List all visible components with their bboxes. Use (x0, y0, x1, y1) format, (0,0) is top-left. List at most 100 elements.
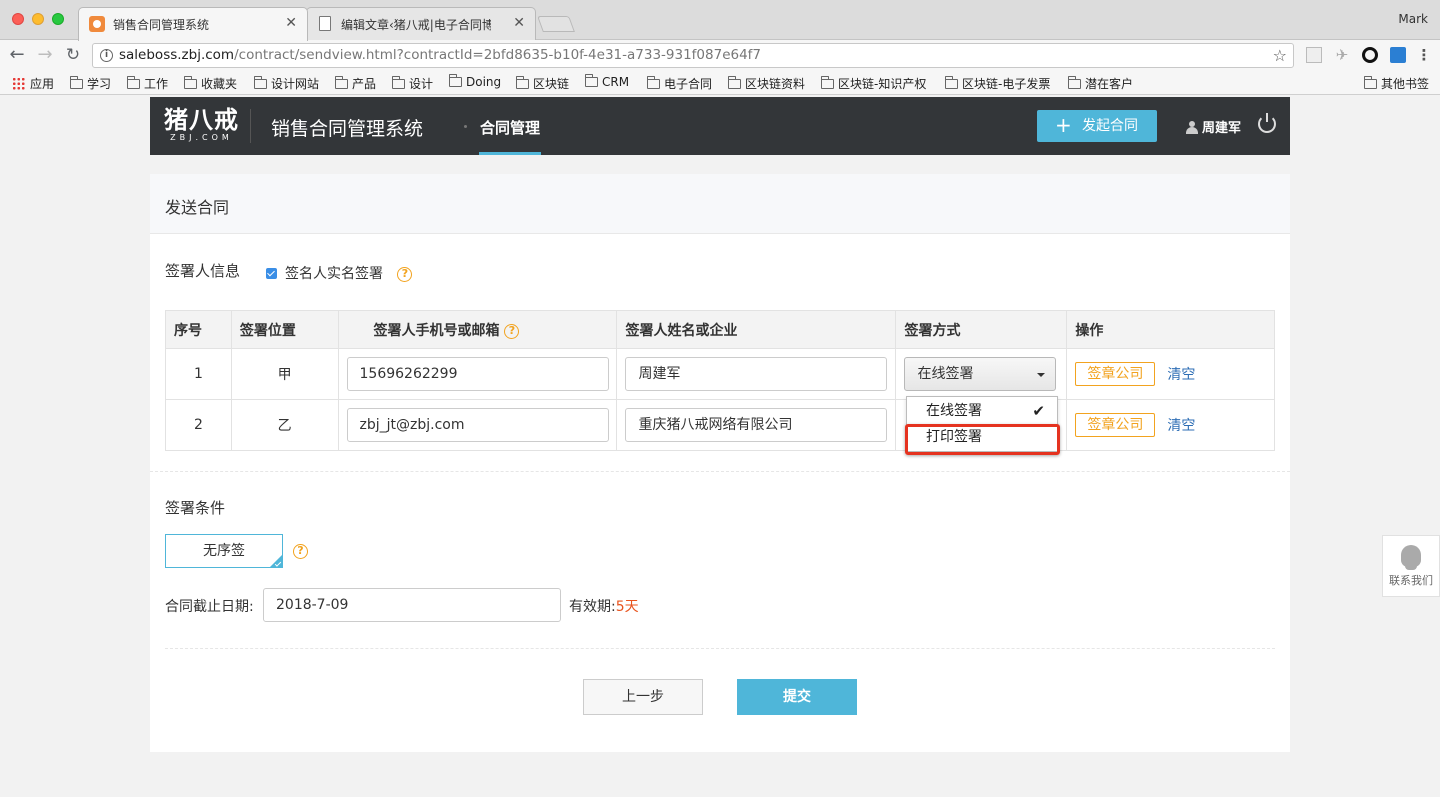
help-icon[interactable]: ? (504, 323, 520, 339)
tab-title: 销售合同管理系统 (113, 18, 210, 32)
deadline-label: 合同截止日期: (165, 599, 254, 615)
unordered-sign-option[interactable]: 无序签 (165, 534, 283, 568)
validity-value: 5天 (615, 599, 639, 615)
help-icon[interactable]: ? (293, 544, 308, 559)
signer-name-input[interactable]: 周建军 (625, 357, 888, 391)
sign-method-select[interactable]: 在线签署 (904, 357, 1057, 391)
zbj-logo[interactable]: 猪八戒 ZBJ.COM (164, 107, 239, 143)
table-row: 2 乙 zbj_jt@zbj.com 重庆猪八戒网络有限公司 签章公司 清空 (165, 399, 1275, 451)
user-icon (1186, 121, 1198, 134)
new-tab-button[interactable] (537, 16, 575, 32)
col-header: 签署人姓名或企业 (616, 310, 897, 349)
folder-icon (127, 76, 140, 89)
realname-checkbox[interactable]: 签名人实名签署 ? (266, 263, 413, 283)
bookmark-folder[interactable]: 设计网站 (254, 75, 319, 92)
bookmark-folder[interactable]: 区块链-电子发票 (945, 75, 1050, 92)
browser-tab[interactable]: 编辑文章‹猪八戒|电子合同博客 ✕ (306, 7, 536, 40)
col-header: 签署方式 (895, 310, 1068, 349)
bookmark-other[interactable]: 其他书签 (1364, 75, 1429, 92)
bookmark-apps[interactable]: 应用 (12, 75, 54, 92)
qq-chat-icon (1401, 545, 1421, 570)
menu-dots-icon[interactable]: ⋮ (1416, 47, 1432, 63)
signer-name-input[interactable]: 重庆猪八戒网络有限公司 (625, 408, 888, 442)
browser-tab-active[interactable]: 销售合同管理系统 ✕ (78, 7, 308, 41)
bookmark-folder[interactable]: 区块链-知识产权 (821, 75, 926, 92)
bookmark-folder[interactable]: 区块链 (516, 75, 569, 92)
tab-close-icon[interactable]: ✕ (285, 15, 297, 31)
bookmark-folder[interactable]: 产品 (335, 75, 376, 92)
address-bar[interactable]: i saleboss.zbj.com/contract/sendview.htm… (92, 43, 1294, 68)
url-path: /contract/sendview.html?contractId=2bfd8… (234, 47, 762, 63)
validity-label: 有效期:5天 (569, 599, 639, 615)
divider (150, 471, 1290, 472)
extension-reader-icon[interactable] (1306, 47, 1322, 63)
bookmark-folder[interactable]: 收藏夹 (184, 75, 237, 92)
header-divider (250, 109, 251, 143)
condition-section-title: 签署条件 (165, 499, 226, 517)
info-icon[interactable]: i (100, 49, 113, 62)
browser-tab-bar: 销售合同管理系统 ✕ 编辑文章‹猪八戒|电子合同博客 ✕ Mark (0, 0, 1440, 41)
system-title: 销售合同管理系统 (271, 118, 424, 140)
previous-step-button[interactable]: 上一步 (583, 679, 703, 715)
reload-icon[interactable]: ↻ (62, 44, 84, 66)
minimize-window-button[interactable] (32, 13, 44, 25)
help-icon[interactable]: ? (397, 267, 413, 282)
folder-icon (821, 76, 834, 89)
divider (165, 648, 1275, 649)
user-menu[interactable]: 周建军 (1186, 117, 1241, 136)
folder-icon (449, 74, 462, 87)
nav-contract-management[interactable]: 合同管理 (479, 117, 542, 155)
seal-company-button[interactable]: 签章公司 (1075, 413, 1156, 437)
folder-icon (585, 74, 598, 87)
bookmark-folder[interactable]: 设计 (392, 75, 433, 92)
checkbox-checked-icon[interactable] (266, 268, 277, 279)
bookmark-folder[interactable]: 区块链资料 (728, 75, 805, 92)
row-number: 1 (165, 348, 232, 400)
maximize-window-button[interactable] (52, 13, 64, 25)
bookmark-folder[interactable]: Doing (449, 74, 501, 89)
bookmark-folder[interactable]: 潜在客户 (1068, 75, 1133, 92)
seal-company-button[interactable]: 签章公司 (1075, 362, 1156, 386)
row-number: 2 (165, 399, 232, 451)
bookmark-folder[interactable]: CRM (585, 74, 629, 89)
submit-button[interactable]: 提交 (737, 679, 857, 715)
extension-bird-icon[interactable]: ✈ (1334, 47, 1350, 63)
realname-checkbox-label: 签名人实名签署 (285, 266, 383, 282)
profile-name[interactable]: Mark (1398, 12, 1428, 26)
signers-table: 序号 签署位置 签署人手机号或邮箱 ? 签署人姓名或企业 签署方式 操作 1 甲… (165, 310, 1275, 451)
folder-icon (184, 76, 197, 89)
launch-contract-button[interactable]: + 发起合同 (1037, 110, 1157, 142)
highlight-annotation (905, 424, 1060, 455)
plus-icon: + (1055, 113, 1072, 137)
extension-ring-icon[interactable] (1362, 47, 1378, 63)
col-header: 操作 (1066, 310, 1275, 349)
folder-icon (728, 76, 741, 89)
forward-arrow-icon[interactable]: → (34, 44, 56, 66)
tab-close-icon[interactable]: ✕ (513, 15, 525, 31)
signer-contact-input[interactable]: zbj_jt@zbj.com (346, 408, 609, 442)
bookmark-folder[interactable]: 学习 (70, 75, 111, 92)
nav-separator (464, 125, 467, 128)
user-name: 周建军 (1202, 121, 1242, 136)
bookmark-folder[interactable]: 工作 (127, 75, 168, 92)
contact-us-widget[interactable]: 联系我们 (1382, 535, 1440, 597)
bookmark-star-icon[interactable]: ☆ (1273, 44, 1287, 67)
power-icon[interactable] (1258, 113, 1276, 133)
caret-down-icon (1037, 373, 1046, 377)
folder-icon (516, 76, 529, 89)
signer-contact-input[interactable]: 15696262299 (346, 357, 609, 391)
bookmark-folder[interactable]: 电子合同 (647, 75, 712, 92)
clear-link[interactable]: 清空 (1167, 415, 1195, 435)
deadline-date-input[interactable]: 2018-7-09 (263, 588, 561, 622)
site-favicon-icon (89, 16, 105, 32)
send-contract-card: 发送合同 签署人信息 签名人实名签署 ? 序号 签署位置 签署人手机号或邮箱 ?… (150, 174, 1290, 752)
sign-position: 乙 (230, 399, 339, 451)
back-arrow-icon[interactable]: ← (6, 44, 28, 66)
card-header: 发送合同 (150, 174, 1290, 234)
extension-s-icon[interactable] (1390, 47, 1406, 63)
url-host: saleboss.zbj.com (119, 47, 235, 63)
dropdown-option-online[interactable]: 在线签署 ✔ (907, 398, 1057, 424)
apps-grid-icon (12, 77, 25, 90)
clear-link[interactable]: 清空 (1167, 364, 1195, 384)
close-window-button[interactable] (12, 13, 24, 25)
